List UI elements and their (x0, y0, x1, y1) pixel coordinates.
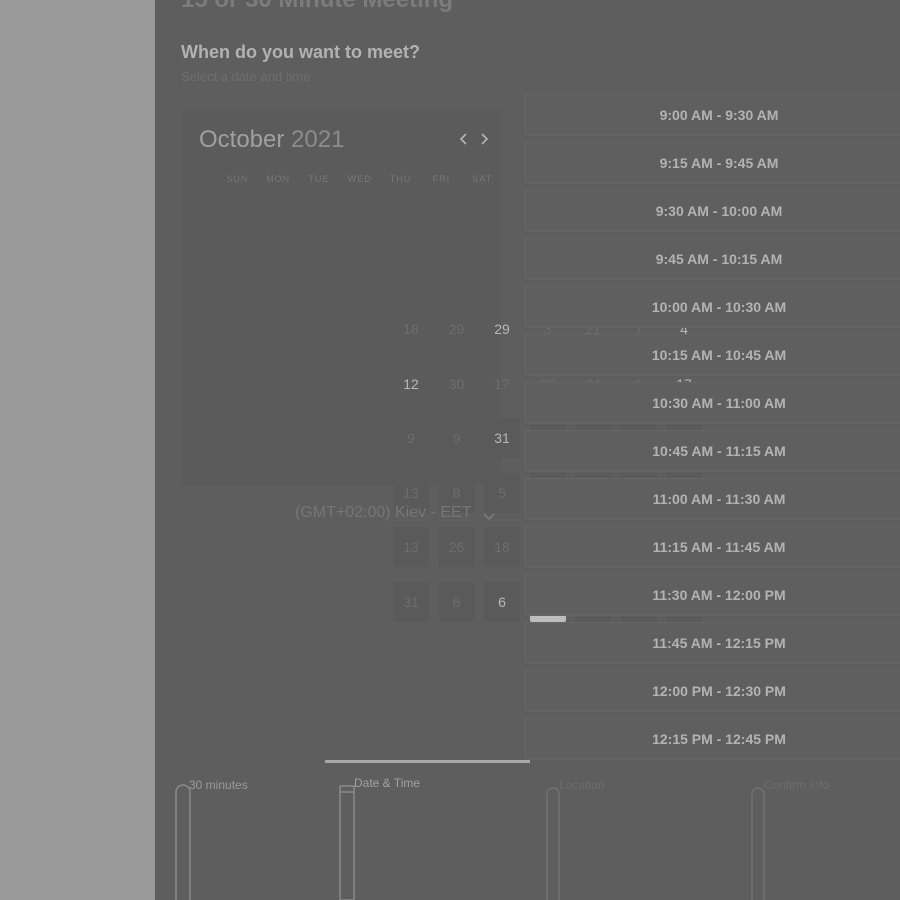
calendar-day[interactable]: 31 (484, 418, 520, 458)
weekday-label: FRI (432, 174, 451, 184)
time-slot-label: 10:45 AM - 11:15 AM (652, 443, 786, 459)
location-icon (546, 787, 560, 900)
next-month-button[interactable] (475, 128, 493, 150)
time-slot[interactable]: 9:00 AM - 9:30 AM (525, 94, 900, 136)
step-confirm-info[interactable]: Confirm Info (740, 770, 900, 900)
time-slot[interactable]: 12:15 PM - 12:45 PM (525, 718, 900, 760)
time-slot-label: 9:15 AM - 9:45 AM (659, 155, 779, 171)
step-label: Date & Time (354, 776, 421, 790)
step-label: Location (559, 778, 605, 792)
calendar-day[interactable]: 9 (438, 418, 475, 458)
time-slot-label: 11:45 AM - 12:15 PM (652, 635, 786, 651)
time-slot-label: 10:15 AM - 10:45 AM (651, 347, 787, 363)
time-slot-label: 12:00 PM - 12:30 PM (652, 683, 786, 699)
time-slot[interactable]: 10:15 AM - 10:45 AM (525, 334, 900, 376)
weekday-header: SUN MON TUE WED THU FRI SAT (217, 174, 503, 184)
calendar-day[interactable]: 8 (438, 581, 475, 622)
year-label: 2021 (291, 126, 345, 153)
time-slot[interactable]: 9:30 AM - 10:00 AM (525, 190, 900, 232)
calendar-day[interactable]: 17 (484, 364, 520, 404)
calendar-day[interactable]: 18 (393, 309, 429, 349)
calendar-icon (339, 785, 355, 900)
section-subtitle: Select a date and time (181, 69, 311, 84)
calendar-day[interactable]: 9 (393, 418, 429, 458)
calendar-day[interactable]: 13 (393, 527, 429, 567)
time-slot[interactable]: 11:30 AM - 12:00 PM (525, 574, 900, 616)
chevron-left-icon (459, 133, 467, 145)
time-slot-list: 9:00 AM - 9:30 AM 9:15 AM - 9:45 AM 9:30… (525, 94, 900, 766)
weekday-label: TUE (308, 174, 330, 184)
user-icon (751, 787, 765, 900)
timezone-dropdown-toggle[interactable] (482, 509, 496, 527)
section-heading: When do you want to meet? (181, 42, 420, 62)
calendar-day[interactable]: 12 (393, 364, 429, 404)
chevron-down-icon (483, 513, 495, 521)
calendar-day[interactable]: 29 (484, 309, 520, 349)
calendar-month-title: October 2021 (199, 126, 344, 154)
step-location[interactable]: Location (535, 770, 715, 900)
time-slot-label: 11:15 AM - 11:45 AM (652, 539, 786, 555)
time-slot-label: 9:45 AM - 10:15 AM (655, 251, 783, 267)
step-label: Confirm Info (764, 778, 830, 792)
previous-month-button[interactable] (455, 128, 473, 150)
step-label: 30 minutes (189, 778, 248, 792)
month-label: October (199, 126, 285, 153)
calendar-day[interactable]: 29 (439, 309, 475, 349)
time-slot-label: 11:30 AM - 12:00 PM (652, 587, 786, 603)
weekday-label: THU (389, 174, 412, 184)
clock-icon (175, 784, 191, 900)
time-slot[interactable]: 10:30 AM - 11:00 AM (525, 382, 900, 424)
weekday-label: MON (266, 174, 291, 184)
scheduler-panel: 15 or 30 Minute Meeting When do you want… (155, 0, 900, 900)
weekday-label: SAT (472, 174, 493, 184)
step-date-time[interactable]: Date & Time (330, 770, 510, 900)
calendar-day[interactable]: 30 (439, 364, 475, 404)
weekday-label: SUN (226, 174, 249, 184)
time-slot[interactable]: 12:00 PM - 12:30 PM (525, 670, 900, 712)
time-slot-label: 10:00 AM - 10:30 AM (651, 299, 787, 315)
step-progress-indicator (325, 760, 530, 763)
time-slot[interactable]: 9:15 AM - 9:45 AM (525, 142, 900, 184)
time-slot-label: 12:15 PM - 12:45 PM (652, 731, 786, 747)
timezone-select[interactable]: (GMT+02:00) Kiev - EET (295, 504, 472, 522)
time-slot[interactable]: 11:00 AM - 11:30 AM (525, 478, 900, 520)
time-slot-label: 9:00 AM - 9:30 AM (659, 107, 779, 123)
time-slot[interactable]: 9:45 AM - 10:15 AM (525, 238, 900, 280)
calendar-day[interactable]: 5 (484, 472, 520, 513)
time-slot[interactable]: 11:45 AM - 12:15 PM (525, 622, 900, 664)
calendar-day[interactable]: 26 (438, 527, 475, 567)
time-slot-label: 10:30 AM - 11:00 AM (652, 395, 786, 411)
time-slot[interactable]: 11:15 AM - 11:45 AM (525, 526, 900, 568)
calendar-day[interactable]: 31 (393, 581, 429, 622)
calendar-day[interactable]: 6 (484, 581, 520, 622)
booking-steps: 30 minutes Date & Time Location Confirm … (155, 770, 900, 900)
chevron-right-icon (481, 133, 489, 145)
weekday-label: WED (347, 174, 372, 184)
time-slot[interactable]: 10:00 AM - 10:30 AM (525, 286, 900, 328)
time-slot[interactable]: 10:45 AM - 11:15 AM (525, 430, 900, 472)
page-title: 15 or 30 Minute Meeting (181, 0, 453, 14)
time-slot-label: 11:00 AM - 11:30 AM (652, 491, 786, 507)
time-slot-label: 9:30 AM - 10:00 AM (655, 203, 783, 219)
calendar-day[interactable]: 18 (484, 527, 520, 567)
step-duration[interactable]: 30 minutes (165, 770, 315, 900)
